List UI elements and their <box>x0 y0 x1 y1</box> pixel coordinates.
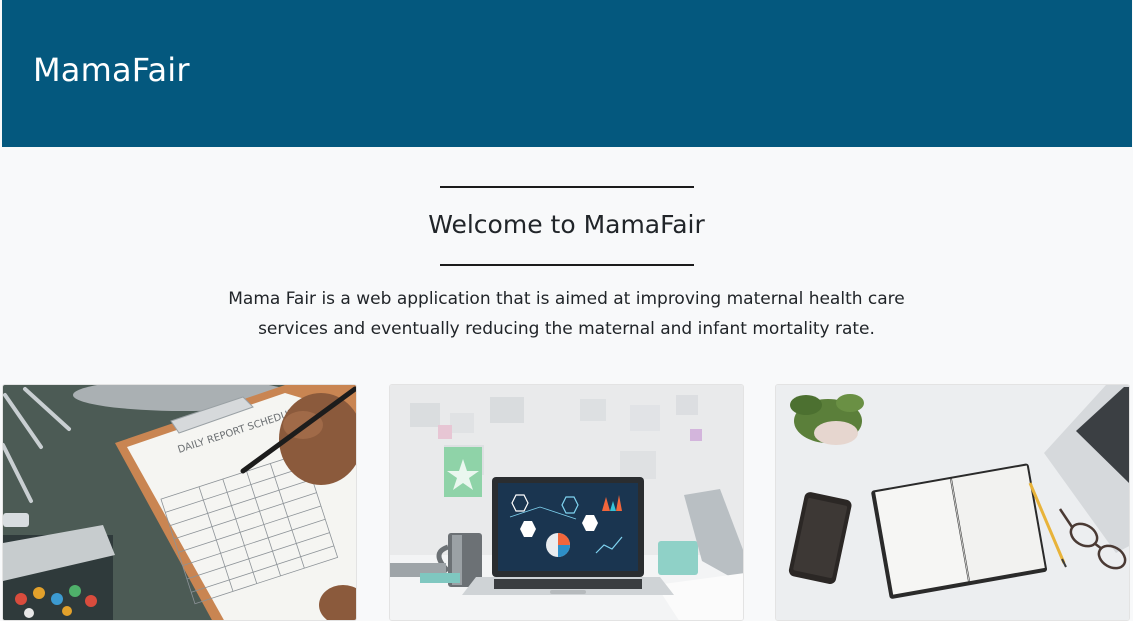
brand-title[interactable]: MamaFair <box>33 50 190 90</box>
heading-divider-top <box>440 186 694 188</box>
clipboard-daily-report-photo: DAILY REPORT SCHEDULE <box>3 385 356 620</box>
welcome-heading: Welcome to MamaFair <box>428 210 705 239</box>
feature-card-notebook[interactable] <box>775 384 1130 621</box>
page: MamaFair Welcome to MamaFair Mama Fair i… <box>0 0 1133 621</box>
feature-card-laptop[interactable] <box>389 384 744 621</box>
intro-description: Mama Fair is a web application that is a… <box>228 289 905 339</box>
laptop-dashboard-desk-photo <box>390 385 743 620</box>
feature-card-clipboard[interactable]: DAILY REPORT SCHEDULE <box>2 384 357 621</box>
notebook-phone-desk-photo <box>776 385 1129 620</box>
heading-divider-bottom <box>440 264 694 266</box>
site-header: MamaFair <box>2 0 1132 147</box>
